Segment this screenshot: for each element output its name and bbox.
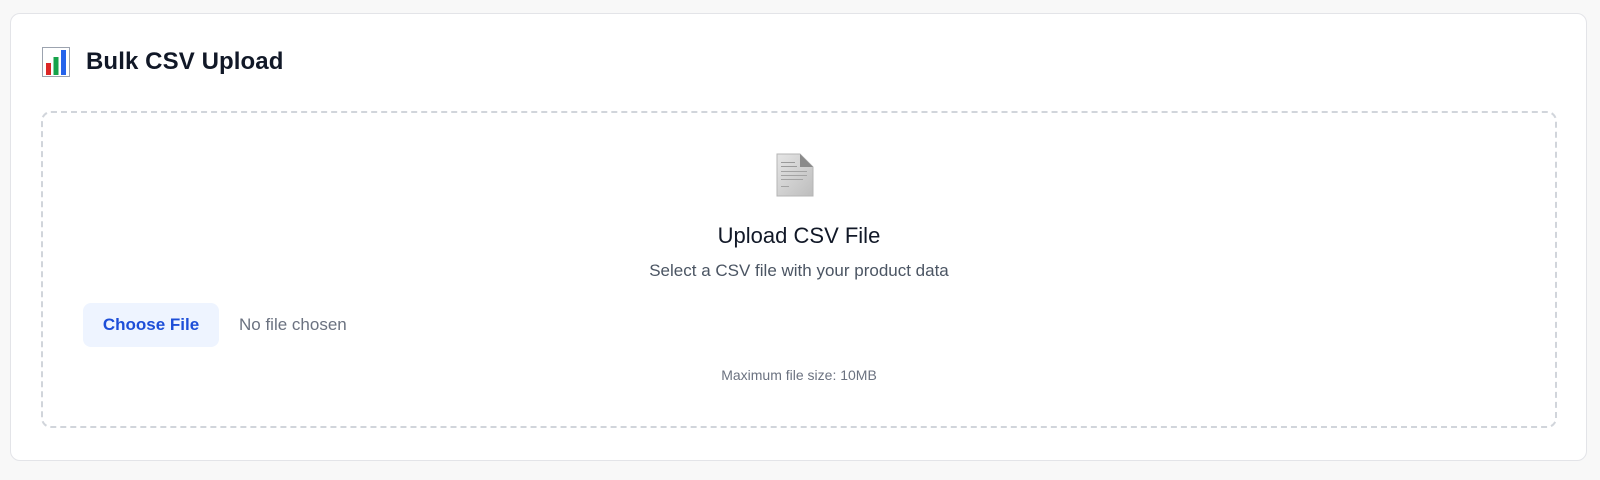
- card-header: Bulk CSV Upload: [42, 46, 284, 78]
- upload-subtitle: Select a CSV file with your product data: [649, 261, 949, 280]
- file-input[interactable]: Choose File No file chosen: [83, 303, 347, 347]
- upload-card: Bulk CSV Upload Upload CSV File Select a…: [10, 13, 1587, 461]
- upload-heading: Upload CSV File: [717, 223, 881, 248]
- file-status-text: No file chosen: [239, 315, 347, 334]
- max-file-size-note: Maximum file size: 10MB: [721, 367, 877, 383]
- document-icon: [776, 153, 814, 197]
- choose-file-button[interactable]: Choose File: [83, 303, 219, 347]
- page-title: Bulk CSV Upload: [86, 48, 284, 75]
- file-dropzone[interactable]: Upload CSV File Select a CSV file with y…: [41, 111, 1557, 428]
- bar-chart-icon: [42, 47, 70, 77]
